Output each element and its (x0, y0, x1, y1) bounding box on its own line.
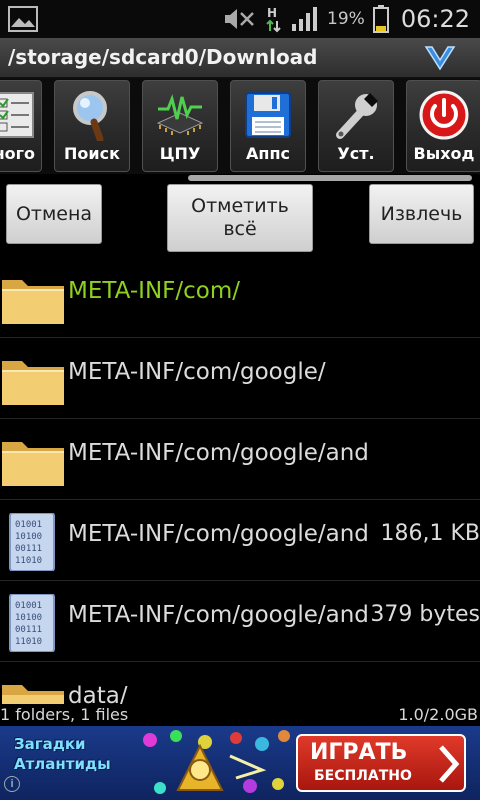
file-list[interactable]: META-INF/com/ META-INF/com/google/ META-… (0, 258, 480, 704)
toolbar-label: Выход (413, 144, 475, 163)
h-network-icon: H (266, 6, 281, 33)
chevron-right-icon (439, 745, 460, 783)
svg-text:H: H (267, 6, 277, 20)
cpu-icon (156, 94, 204, 135)
select-all-button[interactable]: Отметить всё (167, 184, 313, 252)
item-count: 1 folders, 1 files (0, 705, 129, 724)
select-all-label-line2: всё (223, 218, 257, 240)
power-icon (419, 90, 469, 140)
list-item[interactable]: META-INF/com/ (0, 258, 480, 338)
file-name: META-INF/com/google/and (68, 521, 369, 547)
svg-text:10100: 10100 (15, 532, 42, 542)
svg-text:11010: 11010 (15, 556, 42, 566)
chevron-down-icon[interactable] (424, 44, 456, 72)
ad-play-button[interactable]: ИГРАТЬ БЕСПЛАТНО (296, 734, 466, 792)
summary-bar: 1 folders, 1 files 1.0/2.0GB (0, 704, 480, 726)
storage-usage: 1.0/2.0GB (398, 705, 478, 724)
toolbar-label: ного (0, 144, 35, 163)
file-name: META-INF/com/google/and (68, 602, 369, 628)
toolbar-label: Уст. (337, 144, 375, 163)
select-all-label-line1: Отметить (191, 195, 289, 217)
mute-icon (225, 9, 254, 29)
image-icon (8, 6, 38, 32)
folder-icon (2, 442, 64, 486)
signal-icon (292, 7, 318, 31)
svg-text:10100: 10100 (15, 613, 42, 623)
cancel-button[interactable]: Отмена (6, 184, 102, 244)
folder-icon (2, 361, 64, 405)
path-bar: /storage/sdcard0/Download (0, 38, 480, 78)
ad-title: Загадки Атлантиды (14, 735, 111, 773)
svg-text:01001: 01001 (15, 601, 42, 611)
toolbar-item-multi[interactable]: ного (0, 80, 42, 172)
extract-button[interactable]: Извлечь (369, 184, 474, 244)
list-item[interactable]: 01001 10100 00111 11010 META-INF/com/goo… (0, 582, 480, 662)
toolbar-scrollbar[interactable] (188, 175, 472, 181)
ad-banner[interactable]: Загадки Атлантиды ИГРАТЬ БЕСПЛАТНО i (0, 726, 480, 800)
toolbar-item-search[interactable]: Поиск (54, 80, 130, 172)
status-bar: H 19% 06:22 (0, 0, 480, 38)
clock: 06:22 (400, 5, 470, 33)
list-item[interactable]: data/ (0, 663, 480, 704)
file-size: 379 bytes (370, 602, 480, 627)
ad-cta-line1: ИГРАТЬ (310, 740, 408, 765)
checklist-icon (0, 92, 34, 138)
folder-icon (2, 685, 64, 704)
toolbar-item-exit[interactable]: Выход (406, 80, 480, 172)
binary-file-icon: 01001 10100 00111 11010 (9, 513, 55, 571)
floppy-disk-icon (245, 92, 291, 138)
toolbar-label: Поиск (64, 144, 120, 163)
wrench-icon (336, 93, 378, 139)
binary-file-icon: 01001 10100 00111 11010 (9, 594, 55, 652)
file-size: 186,1 KB (380, 521, 480, 546)
toolbar-item-cpu[interactable]: ЦПУ (142, 80, 218, 172)
file-name: data/ (68, 683, 128, 704)
file-name: META-INF/com/ (68, 278, 241, 304)
current-path: /storage/sdcard0/Download (8, 45, 318, 69)
toolbar-label: ЦПУ (159, 144, 201, 163)
battery-percent: 19% (327, 9, 365, 29)
svg-text:00111: 00111 (15, 625, 42, 635)
list-item[interactable]: META-INF/com/google/and (0, 420, 480, 500)
list-item[interactable]: 01001 10100 00111 11010 META-INF/com/goo… (0, 501, 480, 581)
svg-text:01001: 01001 (15, 520, 42, 530)
battery-icon (372, 5, 389, 33)
toolbar: ного Поиск ЦПУ Аппс (0, 78, 480, 174)
toolbar-item-apps[interactable]: Аппс (230, 80, 306, 172)
file-name: META-INF/com/google/ (68, 359, 326, 385)
folder-icon (2, 280, 64, 324)
info-icon[interactable]: i (4, 776, 20, 792)
magnifier-icon (73, 91, 107, 141)
file-name: META-INF/com/google/and (68, 440, 369, 466)
svg-text:00111: 00111 (15, 544, 42, 554)
svg-text:11010: 11010 (15, 637, 42, 647)
toolbar-item-settings[interactable]: Уст. (318, 80, 394, 172)
ad-cta-line2: БЕСПЛАТНО (314, 768, 412, 784)
toolbar-label: Аппс (246, 144, 290, 163)
list-item[interactable]: META-INF/com/google/ (0, 339, 480, 419)
